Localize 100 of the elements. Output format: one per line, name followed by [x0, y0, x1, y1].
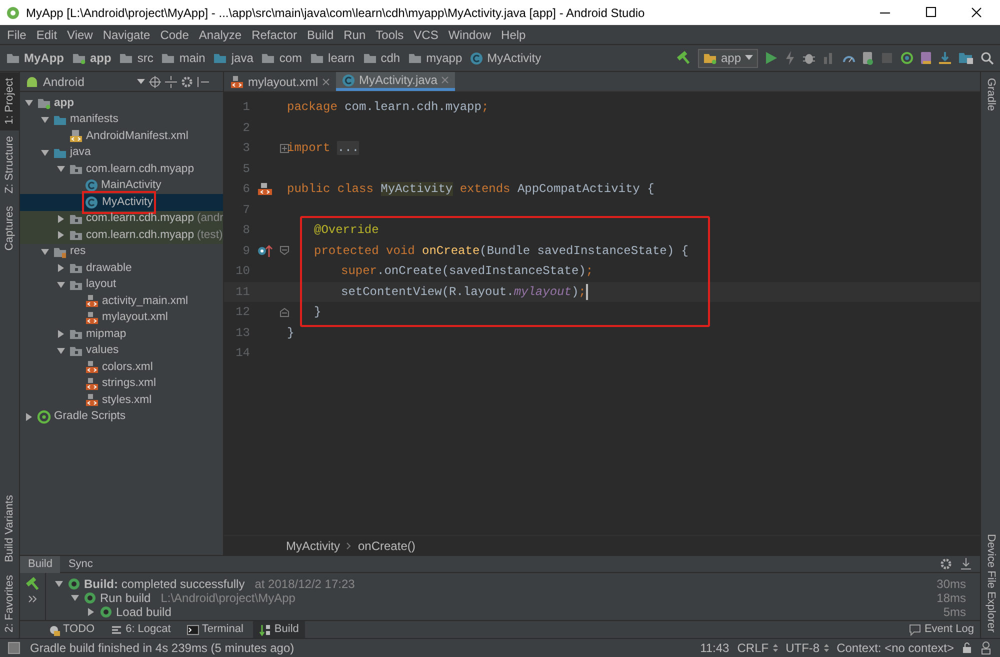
- tool-window-tab[interactable]: 1: Project: [0, 72, 19, 130]
- download-icon[interactable]: [960, 558, 972, 570]
- sdk-download-icon[interactable]: [938, 51, 952, 65]
- breadcrumb-item[interactable]: cdh: [380, 49, 400, 67]
- encoding-selector[interactable]: UTF-8: [786, 639, 829, 657]
- tree-item[interactable]: values: [86, 342, 119, 360]
- breadcrumb-item[interactable]: java: [231, 49, 254, 67]
- tree-item[interactable]: java: [70, 144, 91, 162]
- search-icon[interactable]: [980, 51, 994, 65]
- tree-item[interactable]: MainActivity: [101, 177, 162, 194]
- tree-item[interactable]: colors.xml: [102, 358, 153, 376]
- breadcrumb-item[interactable]: MyActivity: [487, 49, 542, 67]
- fold-end-icon[interactable]: [280, 308, 289, 317]
- breadcrumb-item[interactable]: onCreate(): [358, 536, 416, 554]
- expand-arrow-icon[interactable]: [86, 607, 96, 617]
- menu-item[interactable]: File: [2, 26, 32, 44]
- avd-manager-icon[interactable]: [920, 51, 932, 65]
- menu-item[interactable]: Refactor: [246, 26, 302, 44]
- breadcrumb-item[interactable]: main: [179, 49, 206, 67]
- tree-item[interactable]: manifests: [70, 111, 118, 128]
- tool-window-tab[interactable]: Terminal: [180, 620, 250, 638]
- tool-window-tab[interactable]: Device File Explorer: [981, 528, 1000, 638]
- expand-arrow-icon[interactable]: [56, 164, 66, 174]
- target-icon[interactable]: [149, 76, 161, 88]
- override-icon[interactable]: [257, 244, 273, 258]
- editor-tab[interactable]: MyActivity.java: [336, 72, 456, 91]
- tool-window-tab[interactable]: Build Variants: [0, 489, 19, 569]
- gear-icon[interactable]: [181, 76, 193, 88]
- breadcrumb-item[interactable]: MyActivity: [286, 536, 340, 554]
- collapse-icon[interactable]: [165, 76, 177, 88]
- panel-tab[interactable]: Sync: [60, 556, 101, 572]
- tree-item[interactable]: drawable: [86, 260, 132, 277]
- tree-item[interactable]: com.learn.cdh.myapp: [86, 226, 194, 244]
- tree-item[interactable]: mylayout.xml: [102, 309, 168, 326]
- tool-window-tab[interactable]: Gradle: [981, 72, 1000, 118]
- run-icon[interactable]: [764, 51, 778, 65]
- tree-item[interactable]: styles.xml: [102, 392, 152, 409]
- panel-toggle-icon[interactable]: [8, 642, 20, 654]
- collapse-fold-icon[interactable]: [280, 246, 289, 256]
- menu-item[interactable]: VCS: [408, 26, 444, 44]
- expand-arrow-icon[interactable]: [24, 98, 34, 108]
- menu-item[interactable]: Build: [302, 26, 339, 44]
- expand-arrow-icon[interactable]: [56, 329, 66, 340]
- expand-arrow-icon[interactable]: [56, 263, 66, 274]
- expand-arrow-icon[interactable]: [40, 148, 50, 158]
- expand-arrow-icon[interactable]: [56, 230, 66, 240]
- breadcrumb-item[interactable]: com: [279, 49, 302, 67]
- tool-window-tab[interactable]: Z: Structure: [0, 130, 19, 200]
- cursor-position[interactable]: 11:43: [700, 639, 730, 657]
- expand-arrow-icon[interactable]: [40, 246, 50, 257]
- expand-arrow-icon[interactable]: [40, 114, 50, 125]
- sync-icon[interactable]: [900, 51, 914, 65]
- tree-item[interactable]: app: [54, 94, 74, 112]
- expand-arrow-icon[interactable]: [24, 412, 34, 422]
- menu-item[interactable]: Edit: [31, 26, 62, 44]
- breadcrumb-item[interactable]: app: [90, 49, 112, 67]
- hammer-icon[interactable]: [26, 577, 40, 591]
- menu-item[interactable]: Tools: [370, 26, 409, 44]
- lightning-icon[interactable]: [784, 51, 796, 65]
- run-configuration-dropdown[interactable]: app: [698, 48, 758, 68]
- breadcrumb-item[interactable]: MyApp: [24, 49, 64, 67]
- hammer-icon[interactable]: [676, 50, 692, 66]
- caret-icon[interactable]: [137, 78, 145, 84]
- expand-arrow-icon[interactable]: [56, 346, 66, 356]
- layout-file-icon[interactable]: [258, 182, 272, 196]
- breadcrumb-item[interactable]: learn: [328, 49, 355, 67]
- tool-window-tab[interactable]: 2: Favorites: [0, 568, 19, 638]
- menu-item[interactable]: Code: [155, 26, 194, 44]
- menu-item[interactable]: Help: [496, 26, 531, 44]
- tree-item[interactable]: com.learn.cdh.myapp: [86, 210, 194, 228]
- tree-item[interactable]: mipmap: [86, 326, 126, 343]
- gear-icon[interactable]: [940, 558, 952, 570]
- expand-arrow-icon[interactable]: [56, 280, 66, 290]
- project-view-dropdown[interactable]: Android: [43, 72, 133, 90]
- tree-item[interactable]: strings.xml: [102, 375, 156, 392]
- event-log-tab[interactable]: Event Log: [903, 620, 980, 638]
- expand-arrow-icon[interactable]: [54, 579, 64, 589]
- line-separator-selector[interactable]: CRLF: [737, 639, 778, 657]
- project-structure-icon[interactable]: [958, 51, 974, 65]
- tree-item[interactable]: activity_main.xml: [102, 292, 188, 310]
- device-icon[interactable]: [862, 51, 874, 65]
- breadcrumb-item[interactable]: myapp: [426, 49, 462, 67]
- tree-item[interactable]: com.learn.cdh.myapp: [86, 160, 194, 178]
- tree-item[interactable]: layout: [86, 276, 116, 294]
- tool-window-tab[interactable]: 6: Logcat: [104, 620, 177, 638]
- menu-item[interactable]: Window: [443, 26, 496, 44]
- expand-arrow-icon[interactable]: [56, 214, 66, 224]
- lock-icon[interactable]: [962, 642, 972, 654]
- tree-item[interactable]: Gradle Scripts: [54, 408, 126, 426]
- tool-window-tab[interactable]: TODO: [42, 620, 101, 638]
- menu-item[interactable]: Analyze: [194, 26, 247, 44]
- tool-window-tab[interactable]: Captures: [0, 200, 19, 257]
- panel-tab[interactable]: Build: [20, 556, 60, 572]
- menu-item[interactable]: Run: [338, 26, 371, 44]
- inspector-icon[interactable]: [980, 641, 992, 655]
- tree-item[interactable]: AndroidManifest.xml: [86, 128, 188, 145]
- expand-fold-icon[interactable]: [280, 144, 289, 153]
- expand-arrow-icon[interactable]: [70, 593, 80, 603]
- menu-item[interactable]: View: [62, 26, 98, 44]
- editor-tab[interactable]: mylayout.xml: [224, 72, 336, 91]
